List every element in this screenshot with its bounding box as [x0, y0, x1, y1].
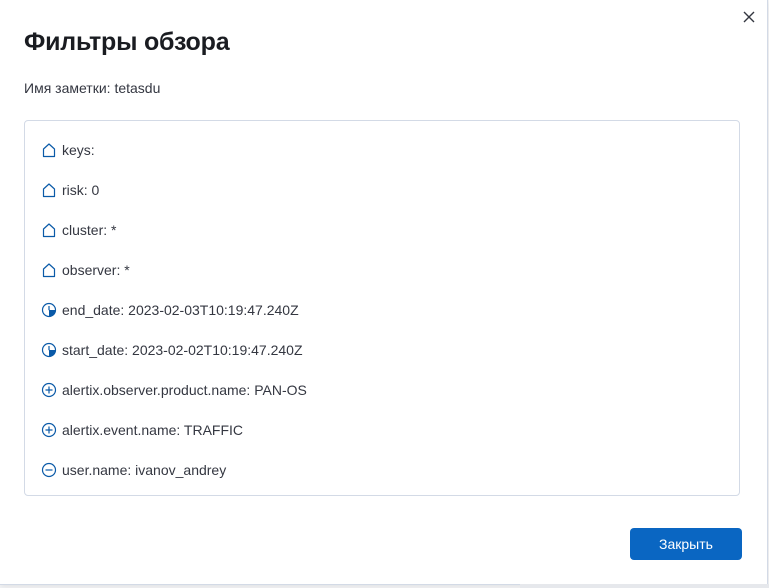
- filter-item: user.name: ivanov_andrey: [41, 460, 226, 480]
- filter-text: end_date: 2023-02-03T10:19:47.240Z: [62, 302, 299, 318]
- filter-item: cluster: *: [41, 220, 116, 240]
- filter-text: alertix.observer.product.name: PAN-OS: [62, 382, 307, 398]
- plus-circle-icon: [41, 422, 57, 438]
- close-button[interactable]: Закрыть: [630, 528, 742, 560]
- clock-icon: [41, 342, 57, 358]
- home-icon: [41, 262, 57, 278]
- filter-item: alertix.event.name: TRAFFIC: [41, 420, 243, 440]
- plus-circle-icon: [41, 382, 57, 398]
- filter-text: start_date: 2023-02-02T10:19:47.240Z: [62, 342, 303, 358]
- clock-icon: [41, 302, 57, 318]
- home-icon: [41, 142, 57, 158]
- filter-item: alertix.observer.product.name: PAN-OS: [41, 380, 307, 400]
- filter-item: end_date: 2023-02-03T10:19:47.240Z: [41, 300, 299, 320]
- filter-text: cluster: *: [62, 222, 117, 238]
- filter-text: user.name: ivanov_andrey: [62, 462, 227, 478]
- minus-circle-icon: [41, 462, 57, 478]
- note-name-label: Имя заметки: tetasdu: [24, 80, 161, 96]
- home-icon: [41, 182, 57, 198]
- filter-text: alertix.event.name: TRAFFIC: [62, 422, 244, 438]
- modal-title: Фильтры обзора: [24, 28, 230, 56]
- filter-text: observer: *: [62, 262, 130, 278]
- filter-text: keys:: [62, 142, 95, 158]
- filter-item: observer: *: [41, 260, 130, 280]
- filters-panel: keys: risk: 0 cluster: * observer: * end: [24, 120, 740, 496]
- background-edge: [520, 584, 769, 588]
- filter-text: risk: 0: [62, 182, 100, 198]
- filter-item: keys:: [41, 140, 95, 160]
- filter-item: start_date: 2023-02-02T10:19:47.240Z: [41, 340, 303, 360]
- home-icon: [41, 222, 57, 238]
- filter-item: risk: 0: [41, 180, 99, 200]
- review-filters-modal: Фильтры обзора Имя заметки: tetasdu keys…: [0, 0, 768, 585]
- close-icon[interactable]: [740, 8, 758, 26]
